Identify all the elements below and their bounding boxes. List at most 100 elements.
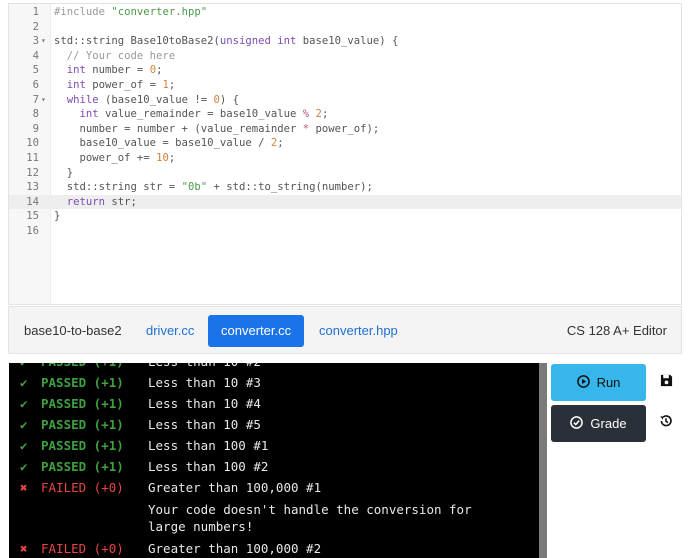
run-button[interactable]: Run (551, 364, 646, 401)
line-number: 14 (26, 195, 39, 208)
test-status: PASSED (+1) (41, 459, 124, 474)
code-text[interactable]: } (54, 209, 60, 224)
code-line[interactable]: 12 } (9, 166, 681, 181)
test-status: FAILED (+0) (41, 541, 124, 556)
code-line[interactable]: 4 // Your code here (9, 49, 681, 64)
line-number: 4 (32, 49, 39, 62)
code-line[interactable]: 5 int number = 0; (9, 63, 681, 78)
code-text[interactable]: } (54, 166, 73, 181)
code-lines[interactable]: 1 #include "converter.hpp" 2 3 ▾ std::string … (9, 5, 681, 239)
code-text[interactable]: int number = 0; (54, 63, 163, 78)
test-name: Less than 10 #4 (148, 396, 261, 411)
line-number: 5 (32, 64, 39, 77)
code-line[interactable]: 8 int value_remainder = base10_value % 2… (9, 107, 681, 122)
line-number: 12 (26, 166, 39, 179)
code-line[interactable]: 11 power_of += 10; (9, 151, 681, 166)
test-status: FAILED (+0) (41, 480, 124, 495)
code-line[interactable]: 13 std::string str = "0b" + std::to_stri… (9, 180, 681, 195)
checkmark-icon: ✔ (20, 375, 28, 390)
run-label: Run (596, 375, 621, 390)
line-number: 11 (26, 151, 39, 164)
test-status: PASSED (+1) (41, 438, 124, 453)
line-number: 2 (32, 20, 39, 33)
code-text[interactable]: std::string str = "0b" + std::to_string(… (54, 180, 373, 195)
checkmark-icon: ✔ (20, 438, 28, 453)
test-status: PASSED (+1) (41, 363, 124, 372)
test-results-list: ✔ PASSED (+1) Less than 10 #2 ✔ PASSED (+1) L… (9, 363, 539, 558)
code-line[interactable]: 9 number = number + (value_remainder * p… (9, 122, 681, 137)
code-line[interactable]: 15} (9, 209, 681, 224)
line-number: 16 (26, 224, 39, 237)
save-button[interactable] (652, 364, 680, 401)
fold-toggle-icon[interactable]: ▾ (41, 34, 46, 49)
failure-message: Your code doesn't handle the conversion … (148, 502, 472, 534)
code-text[interactable]: std::string Base10toBase2(unsigned int b… (54, 34, 398, 49)
test-name: Less than 100 #1 (148, 438, 269, 453)
test-status: PASSED (+1) (41, 396, 124, 411)
file-tab-driver-cc[interactable]: driver.cc (146, 323, 194, 338)
code-text[interactable]: power_of += 10; (54, 151, 176, 166)
file-tab-bar: base10-to-base2 driver.cc converter.cc con… (8, 306, 682, 354)
test-result-row: ✔ PASSED (+1) Less than 10 #2 (9, 363, 539, 372)
code-line[interactable]: 6 int power_of = 1; (9, 78, 681, 93)
line-number: 3 (32, 35, 39, 48)
checkmark-icon: ✔ (20, 417, 28, 432)
test-result-row: ✔ PASSED (+1) Less than 10 #4 (9, 393, 539, 414)
test-status: PASSED (+1) (41, 375, 124, 390)
code-text[interactable]: int value_remainder = base10_value % 2; (54, 107, 329, 122)
code-line[interactable]: 2 (9, 20, 681, 35)
editor-brand: CS 128 A+ Editor (566, 323, 667, 338)
code-text[interactable]: #include "converter.hpp" (54, 5, 207, 20)
checkmark-icon: ✔ (20, 363, 34, 372)
test-output-console[interactable]: ✔ PASSED (+1) Less than 10 #2 ✔ PASSED (+1) L… (9, 363, 547, 558)
code-line[interactable]: 7 ▾ while (base10_value != 0) { (9, 93, 681, 108)
code-line[interactable]: 16 (9, 224, 681, 239)
code-text[interactable]: while (base10_value != 0) { (54, 93, 239, 108)
grade-button[interactable]: Grade (551, 405, 646, 442)
code-text[interactable]: number = number + (value_remainder * pow… (54, 122, 380, 137)
cross-icon: ✖ (20, 480, 28, 495)
history-button[interactable] (652, 405, 680, 442)
history-icon (659, 414, 673, 433)
test-status: PASSED (+1) (41, 417, 124, 432)
test-name: Greater than 100,000 #2 (148, 541, 322, 556)
code-line[interactable]: 1 #include "converter.hpp" (9, 5, 681, 20)
code-text[interactable]: // Your code here (54, 49, 175, 64)
code-text[interactable]: int power_of = 1; (54, 78, 175, 93)
test-result-row: ✔ PASSED (+1) Less than 10 #5 (9, 414, 539, 435)
file-tab-converter-cc[interactable]: converter.cc (208, 315, 305, 347)
check-circle-icon (570, 415, 584, 432)
line-number: 7 (32, 93, 39, 106)
test-result-row: ✔ PASSED (+1) Less than 100 #1 (9, 435, 539, 456)
line-number: 1 (32, 6, 39, 18)
test-name: Less than 100 #2 (148, 459, 269, 474)
test-name: Less than 10 #2 (148, 363, 261, 372)
checkmark-icon: ✔ (20, 396, 28, 411)
play-circle-icon (576, 374, 590, 391)
line-number: 6 (32, 78, 39, 91)
line-number: 13 (26, 181, 39, 194)
checkmark-icon: ✔ (20, 459, 28, 474)
console-scrollbar[interactable] (539, 363, 547, 558)
line-number: 15 (26, 210, 39, 223)
code-text[interactable]: return str; (54, 195, 137, 210)
save-icon (660, 374, 673, 392)
test-result-row: ✔ PASSED (+1) Less than 10 #3 (9, 372, 539, 393)
test-result-row: ✖ FAILED (+0) Greater than 100,000 #2 (9, 538, 539, 558)
fold-toggle-icon[interactable]: ▾ (41, 93, 46, 108)
project-name: base10-to-base2 (24, 323, 122, 338)
line-number: 10 (26, 137, 39, 150)
test-name: Less than 10 #3 (148, 375, 261, 390)
line-number: 9 (32, 122, 39, 135)
file-tab-converter-hpp[interactable]: converter.hpp (319, 323, 398, 338)
cross-icon: ✖ (20, 541, 28, 556)
code-line[interactable]: 3 ▾ std::string Base10toBase2(unsigned int… (9, 34, 681, 49)
test-result-row: ✔ PASSED (+1) Less than 100 #2 (9, 456, 539, 477)
test-name: Less than 10 #5 (148, 417, 261, 432)
code-line[interactable]: 10 base10_value = base10_value / 2; (9, 136, 681, 151)
line-number: 8 (32, 108, 39, 121)
code-line[interactable]: 14 return str; (9, 194, 681, 210)
test-name: Greater than 100,000 #1 (148, 480, 322, 495)
code-text[interactable]: base10_value = base10_value / 2; (54, 136, 284, 151)
code-editor[interactable]: 1 #include "converter.hpp" 2 3 ▾ std::string … (8, 3, 682, 305)
